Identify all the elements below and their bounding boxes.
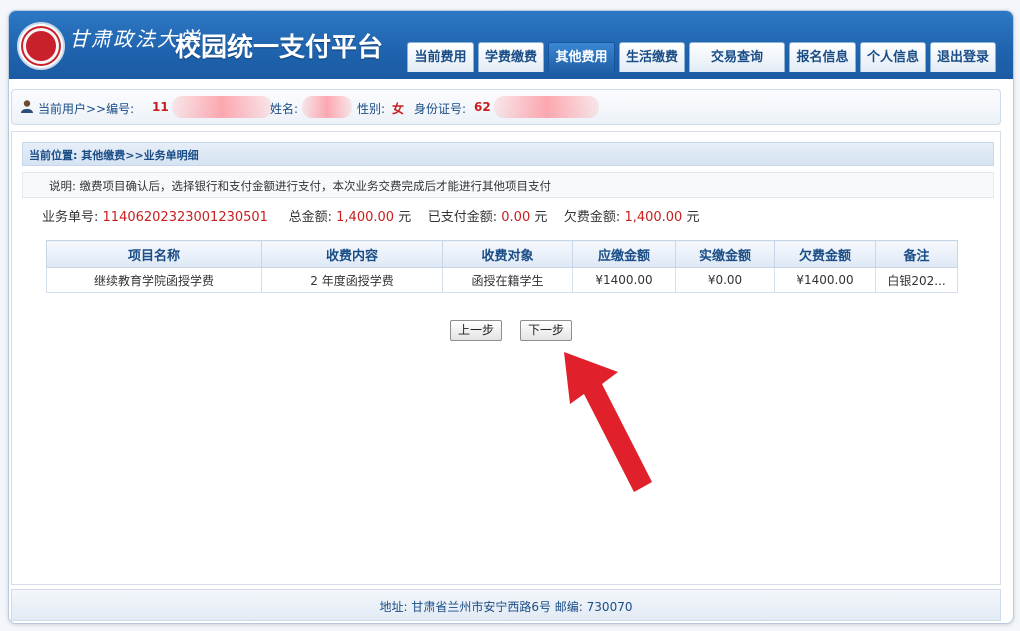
system-title: 校园统一支付平台	[175, 32, 384, 62]
table-header-row: 项目名称 收费内容 收费对象 应缴金额 实缴金额 欠费金额 备注	[46, 240, 958, 268]
seal-icon	[23, 28, 59, 64]
paid-amount-value: 0.00	[501, 210, 531, 225]
table-cell: 函授在籍学生	[442, 267, 573, 293]
owed-unit: 元	[686, 210, 700, 225]
column-header: 应缴金额	[572, 240, 676, 268]
tab-transactions[interactable]: 交易查询	[689, 42, 785, 72]
tab-logout[interactable]: 退出登录	[930, 42, 996, 72]
column-header: 项目名称	[46, 240, 262, 268]
paid-unit: 元	[534, 210, 548, 225]
instruction-note: 说明: 缴费项目确认后，选择银行和支付金额进行支付，本次业务交费完成后才能进行其…	[22, 172, 994, 198]
footer: 地址: 甘肃省兰州市安宁西路6号 邮编: 730070	[11, 589, 1001, 621]
column-header: 欠费金额	[774, 240, 876, 268]
gender-label: 性别:	[357, 102, 386, 116]
tab-living-fees[interactable]: 生活缴费	[619, 42, 685, 72]
redaction-mark	[494, 96, 599, 118]
tab-other-fees[interactable]: 其他费用	[548, 42, 615, 72]
paid-amount-label: 已支付金额:	[427, 210, 498, 225]
breadcrumb-text: 当前位置: 其他缴费>>业务单明细	[29, 149, 199, 162]
main-nav: 当前费用 学费缴费 其他费用 生活缴费 交易查询 报名信息 个人信息 退出登录	[407, 42, 1000, 72]
tab-current-fees[interactable]: 当前费用	[407, 42, 474, 72]
footer-address: 地址: 甘肃省兰州市安宁西路6号 邮编: 730070	[379, 600, 633, 614]
column-header: 收费对象	[442, 240, 573, 268]
user-icon	[21, 100, 33, 113]
current-user-label: 当前用户>>编号:	[38, 102, 135, 116]
red-arrow-annotation	[564, 352, 652, 492]
total-amount-label: 总金额:	[288, 210, 333, 225]
table-cell: ¥1400.00	[774, 267, 876, 293]
name-label: 姓名:	[270, 102, 299, 116]
idcard-value: 62	[474, 100, 491, 114]
next-step-button[interactable]: 下一步	[520, 320, 573, 341]
table-cell: 白银202...	[875, 267, 958, 293]
owed-amount-value: 1,400.00	[624, 210, 683, 225]
column-header: 备注	[875, 240, 958, 268]
header-banner: 甘肃政法大学 校园统一支付平台 当前费用 学费缴费 其他费用 生活缴费 交易查询…	[9, 11, 1013, 79]
table-cell: ¥1400.00	[572, 267, 676, 293]
main-content: 当前位置: 其他缴费>>业务单明细 说明: 缴费项目确认后，选择银行和支付金额进…	[11, 131, 1001, 585]
tab-tuition[interactable]: 学费缴费	[478, 42, 544, 72]
redaction-mark	[302, 96, 352, 118]
instruction-text: 说明: 缴费项目确认后，选择银行和支付金额进行支付，本次业务交费完成后才能进行其…	[49, 179, 552, 193]
user-id-value: 11	[152, 100, 169, 114]
university-logo	[17, 22, 65, 70]
tab-registration[interactable]: 报名信息	[789, 42, 856, 72]
total-unit: 元	[398, 210, 412, 225]
breadcrumb: 当前位置: 其他缴费>>业务单明细	[22, 142, 994, 166]
order-number-label: 业务单号:	[42, 210, 99, 225]
total-amount-value: 1,400.00	[336, 210, 395, 225]
idcard-label: 身份证号:	[414, 102, 467, 116]
column-header: 收费内容	[261, 240, 443, 268]
prev-step-button[interactable]: 上一步	[450, 320, 503, 341]
order-number-value: 11406202323001230501	[102, 210, 268, 225]
redaction-mark	[172, 96, 272, 118]
fee-items-table: 项目名称 收费内容 收费对象 应缴金额 实缴金额 欠费金额 备注 继续教育学院函…	[46, 240, 958, 293]
gender-value: 女	[392, 102, 405, 116]
tab-personal-info[interactable]: 个人信息	[860, 42, 926, 72]
table-cell: 2 年度函授学费	[261, 267, 443, 293]
table-cell: 继续教育学院函授学费	[46, 267, 262, 293]
app-window: 甘肃政法大学 校园统一支付平台 当前费用 学费缴费 其他费用 生活缴费 交易查询…	[8, 10, 1014, 624]
user-info-bar: 当前用户>>编号: 11 姓名: 性别: 女 身份证号: 62	[11, 89, 1001, 125]
order-summary: 业务单号: 11406202323001230501 总金额: 1,400.00…	[42, 206, 699, 225]
table-cell: ¥0.00	[675, 267, 775, 293]
table-row: 继续教育学院函授学费 2 年度函授学费 函授在籍学生 ¥1400.00 ¥0.0…	[46, 267, 958, 293]
owed-amount-label: 欠费金额:	[563, 210, 621, 225]
column-header: 实缴金额	[675, 240, 775, 268]
